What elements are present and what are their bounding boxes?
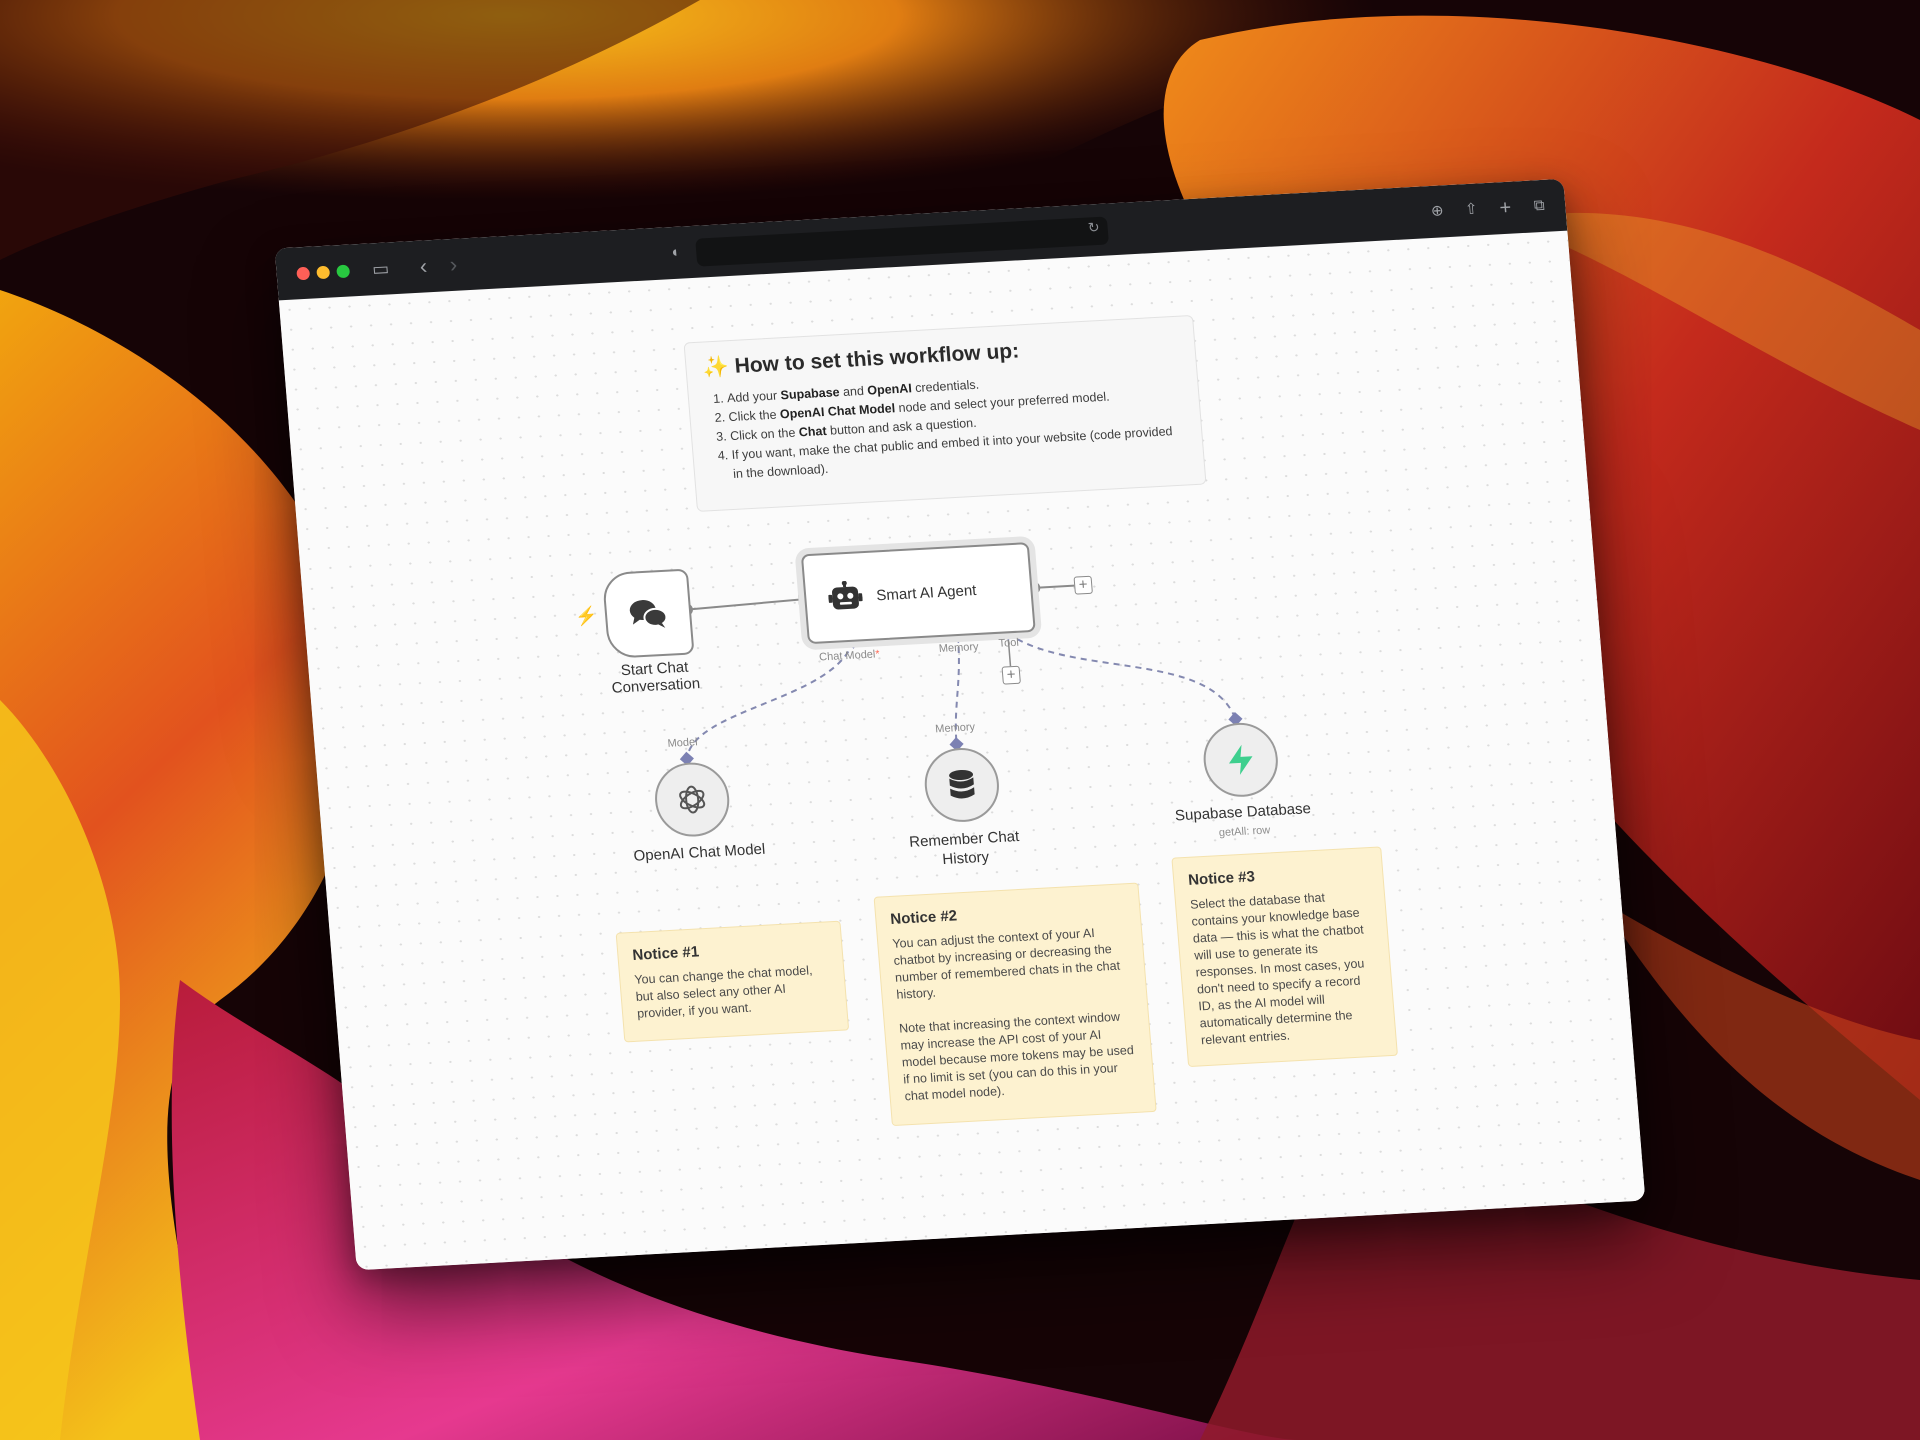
openai-port-label: Model [667,736,699,750]
notice-3-body: Select the database that contains your k… [1189,890,1365,1048]
supabase-bolt-icon [1228,744,1253,775]
download-icon[interactable]: ⊕ [1424,199,1450,224]
notice-3-title: Notice #3 [1187,868,1256,889]
database-icon [949,769,975,799]
back-icon[interactable]: ‹ [411,253,437,279]
notice-3-note[interactable]: Notice #3 Select the database that conta… [1171,846,1398,1068]
browser-window: ▭ ‹ › ◐ ↻ ⊕ ⇧ + ⧉ ✨ How to set this workf… [274,178,1646,1271]
shield-icon[interactable]: ◐ [663,240,689,265]
sidebar-icon[interactable]: ▭ [368,256,394,281]
main-connection-line [686,598,801,611]
close-window-button[interactable] [296,266,311,281]
notice-1-body: You can change the chat model, but also … [633,963,813,1021]
openai-logo-icon [679,785,706,814]
start-chat-trigger-node[interactable] [601,568,695,659]
add-next-node-button[interactable]: + [1073,575,1093,595]
tabs-overview-icon[interactable]: ⧉ [1526,193,1552,218]
smart-ai-agent-node[interactable]: Smart AI Agent [800,542,1036,645]
share-icon[interactable]: ⇧ [1458,197,1484,222]
forward-icon[interactable]: › [441,252,467,277]
memory-port-label: Memory [938,640,980,656]
chat-bubbles-icon [629,600,668,628]
workflow-canvas[interactable]: ✨How to set this workflow up: Add your S… [278,230,1646,1271]
notice-2-note[interactable]: Notice #2 You can adjust the context of … [873,882,1157,1127]
notice-2-body: You can adjust the context of your AI ch… [891,925,1135,1104]
tool-port-label: Tool [998,636,1020,650]
tool-connection [1007,632,1237,720]
notice-1-title: Notice #1 [631,943,700,964]
trigger-bolt-icon: ⚡ [574,605,599,627]
add-tool-button[interactable]: + [1001,665,1021,685]
zoom-window-button[interactable] [336,264,351,279]
memory-node-port-label: Memory [934,721,976,736]
notice-2-title: Notice #2 [889,907,958,928]
robot-icon [828,580,863,610]
new-tab-icon[interactable]: + [1492,195,1518,220]
memory-node-label: Remember Chat History [908,827,1020,869]
reload-icon[interactable]: ↻ [1087,219,1100,237]
agent-node-label: Smart AI Agent [875,581,978,604]
minimize-window-button[interactable] [316,265,331,280]
notice-1-note[interactable]: Notice #1 You can change the chat model,… [615,920,850,1043]
